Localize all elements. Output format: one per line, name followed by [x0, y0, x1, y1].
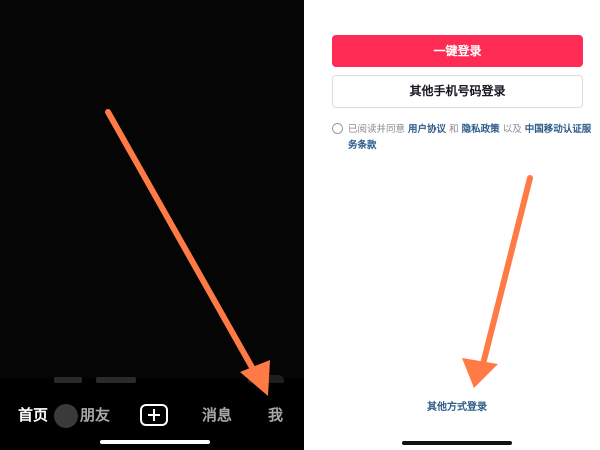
other-login-methods-link[interactable]: 其他方式登录 [314, 398, 600, 414]
privacy-policy-link[interactable]: 隐私政策 [462, 124, 500, 135]
screenshot-canvas: 首页 朋友 消息 我 一键登录 其他手机号码登录 已阅读并同意 用户协议 和 隐… [0, 0, 600, 450]
friend-avatar [54, 404, 78, 428]
create-post-button[interactable] [140, 404, 168, 426]
video-feed-area[interactable] [0, 0, 304, 378]
agreement-and: 和 [449, 124, 459, 135]
tab-me[interactable]: 我 [268, 404, 283, 426]
tab-home[interactable]: 首页 [18, 404, 48, 426]
home-indicator [402, 441, 512, 445]
agreement-row: 已阅读并同意 用户协议 和 隐私政策 以及 中国移动认证服务条款 [332, 122, 592, 158]
plus-icon [148, 409, 160, 421]
agreement-text: 已阅读并同意 用户协议 和 隐私政策 以及 中国移动认证服务条款 [348, 122, 592, 154]
agreement-checkbox[interactable] [332, 123, 343, 134]
tab-friends[interactable]: 朋友 [80, 404, 110, 426]
user-agreement-link[interactable]: 用户协议 [408, 124, 446, 135]
other-phone-login-button[interactable]: 其他手机号码登录 [332, 75, 583, 108]
tab-messages[interactable]: 消息 [202, 404, 232, 426]
agreement-prefix: 已阅读并同意 [348, 124, 406, 135]
video-feed-screen: 首页 朋友 消息 我 [0, 0, 304, 450]
one-click-login-button[interactable]: 一键登录 [332, 35, 583, 67]
agreement-and-also: 以及 [502, 124, 522, 135]
login-screen: 一键登录 其他手机号码登录 已阅读并同意 用户协议 和 隐私政策 以及 中国移动… [314, 0, 600, 450]
home-indicator [100, 440, 210, 444]
